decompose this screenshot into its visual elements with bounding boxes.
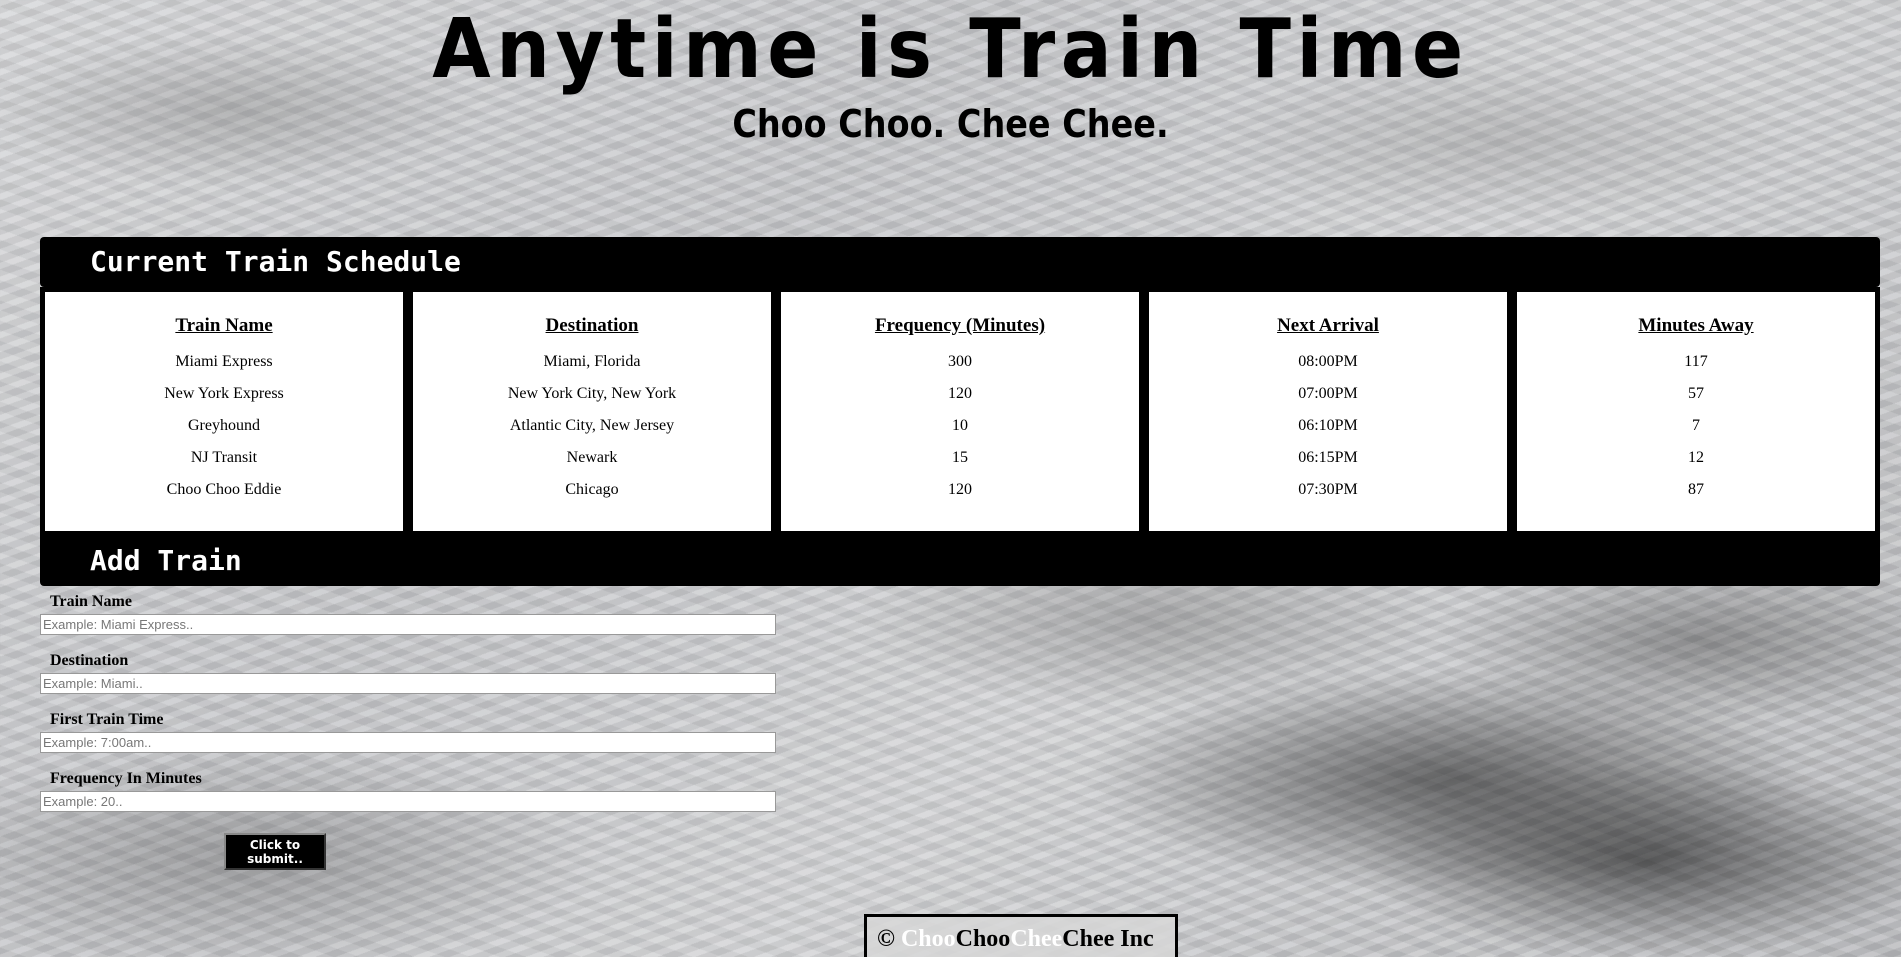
add-train-panel-heading: Add Train: [40, 536, 1880, 586]
table-cell: Atlantic City, New Jersey: [509, 417, 675, 434]
table-cell: New York Express: [164, 385, 284, 402]
footer-text-part: Choo: [900, 926, 956, 952]
table-cell: 117: [1684, 353, 1708, 370]
train-name-input[interactable]: [40, 614, 776, 635]
table-cell: Miami Express: [175, 353, 273, 370]
destination-input[interactable]: [40, 673, 776, 694]
footer-text-part: Inc: [1120, 926, 1154, 952]
table-cell: 06:10PM: [1298, 417, 1358, 434]
frequency-label: Frequency In Minutes: [50, 770, 202, 787]
first-train-time-input[interactable]: [40, 732, 776, 753]
schedule-panel-heading: Current Train Schedule: [40, 237, 1880, 287]
footer-text-part: Choo: [955, 926, 1011, 952]
destination-label: Destination: [50, 652, 129, 669]
first-train-time-label: First Train Time: [50, 711, 164, 728]
table-cell: 12: [1688, 449, 1704, 466]
footer-text-part: Chee: [1010, 926, 1063, 952]
column-next-arrival: Next Arrival 08:00PM 07:00PM 06:10PM 06:…: [1149, 292, 1507, 531]
table-cell: 06:15PM: [1298, 449, 1358, 466]
table-cell: 87: [1688, 481, 1704, 498]
table-cell: Miami, Florida: [543, 353, 641, 370]
column-header: Destination: [545, 315, 639, 336]
table-cell: Greyhound: [188, 417, 260, 434]
table-cell: New York City, New York: [507, 385, 677, 402]
copyright-symbol: ©: [877, 926, 895, 952]
column-header: Train Name: [175, 315, 273, 336]
table-cell: 07:30PM: [1298, 481, 1358, 498]
table-cell: 300: [948, 353, 972, 370]
table-cell: 08:00PM: [1298, 353, 1358, 370]
column-header: Frequency (Minutes): [874, 315, 1046, 336]
table-cell: Newark: [566, 449, 618, 466]
frequency-input[interactable]: [40, 791, 776, 812]
train-name-label: Train Name: [50, 593, 132, 610]
table-cell: 15: [952, 449, 968, 466]
table-cell: 120: [948, 385, 972, 402]
column-header: Next Arrival: [1277, 315, 1379, 336]
footer-text-part: Chee: [1062, 926, 1115, 952]
table-cell: 7: [1692, 417, 1700, 434]
table-cell: Chicago: [565, 481, 619, 498]
column-minutes-away: Minutes Away 117 57 7 12 87: [1517, 292, 1875, 531]
footer-copyright: © ChooChooCheeChee Inc: [864, 914, 1178, 957]
column-train-name: Train Name Miami Express New York Expres…: [45, 292, 403, 531]
table-cell: 07:00PM: [1298, 385, 1358, 402]
column-frequency: Frequency (Minutes) 300 120 10 15 120: [781, 292, 1139, 531]
page-subtitle: Choo Choo. Chee Chee.: [732, 102, 1169, 146]
add-train-form: Train Name Destination First Train Time …: [40, 590, 776, 826]
page-title: Anytime is Train Time: [432, 2, 1469, 97]
column-header: Minutes Away: [1638, 315, 1754, 336]
table-cell: 10: [952, 417, 968, 434]
table-cell: NJ Transit: [190, 449, 258, 466]
column-destination: Destination Miami, Florida New York City…: [413, 292, 771, 531]
table-cell: 57: [1688, 385, 1704, 402]
submit-button[interactable]: Click to submit..: [224, 833, 326, 870]
table-cell: 120: [948, 481, 972, 498]
schedule-table: Train Name Miami Express New York Expres…: [40, 287, 1880, 536]
table-cell: Choo Choo Eddie: [166, 481, 282, 498]
